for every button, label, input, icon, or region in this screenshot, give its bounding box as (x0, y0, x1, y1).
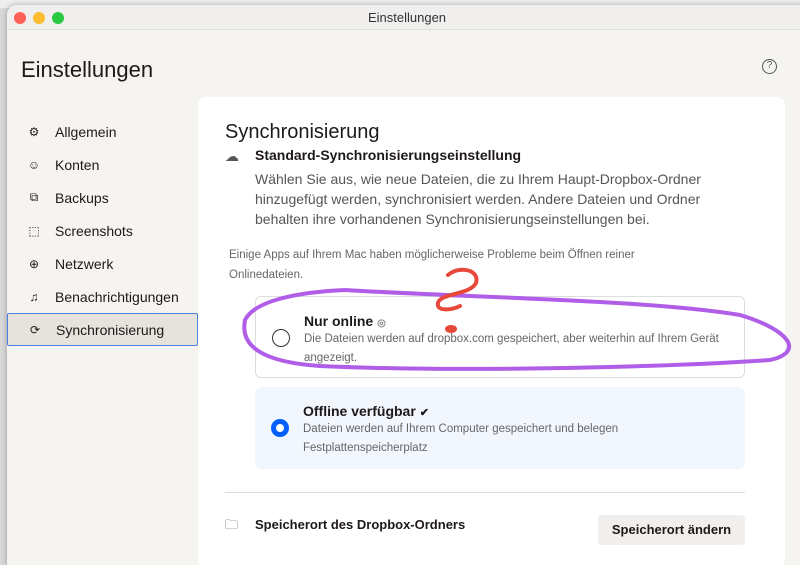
page-title: Einstellungen (21, 57, 154, 82)
window-title: Einstellungen (367, 10, 447, 25)
sidebar-item-label: Konten (55, 156, 100, 173)
radio-online-only[interactable] (272, 329, 290, 347)
sidebar-item-netzwerk[interactable]: ⊕ Netzwerk (7, 247, 198, 280)
option-description: Die Dateien werden auf dropbox.com gespe… (304, 333, 719, 364)
sidebar-item-label: Allgemein (55, 123, 117, 140)
option-title: Offline verfügbar ✔ (303, 403, 429, 419)
change-location-button[interactable]: Speicherort ändern (598, 515, 745, 545)
right-margin (785, 97, 800, 565)
location-label: Speicherort des Dropbox-Ordners (255, 517, 466, 532)
sidebar-item-label: Screenshots (55, 222, 133, 239)
bell-icon: ♫ (29, 289, 39, 304)
title-bar: Einstellungen (7, 5, 800, 30)
note: Einige Apps auf Ihrem Mac haben mögliche… (229, 249, 635, 281)
sidebar-item-label: Benachrichtigungen (55, 288, 179, 305)
option-title: Nur online ◎ (304, 313, 386, 329)
sidebar-item-label: Netzwerk (55, 255, 114, 272)
radio-offline-available[interactable] (271, 419, 289, 437)
settings-window: Einstellungen Einstellungen ? ⚙ Allgemein… (7, 5, 800, 565)
option-online-only[interactable]: Nur online ◎ Die Dateien werden auf drop… (255, 296, 745, 378)
content-panel: Synchronisierung ☁ Standard-Synchronisie… (198, 97, 785, 565)
screenshot-icon: ⬚ (28, 223, 40, 238)
option-offline-available[interactable]: Offline verfügbar ✔ Dateien werden auf I… (255, 387, 745, 469)
sidebar-item-synchronisierung[interactable]: ⟳ Synchronisierung (7, 313, 198, 346)
subtitle: Standard-Synchronisierungseinstellung (255, 147, 522, 163)
description: Wählen Sie aus, wie neue Dateien, die zu… (255, 171, 701, 227)
check-circle-icon: ✔ (419, 407, 429, 419)
user-icon: ☺ (27, 157, 41, 172)
divider (225, 492, 745, 493)
sidebar-item-label: Backups (55, 189, 109, 206)
sync-icon: ⟳ (29, 322, 41, 337)
sidebar-item-backups[interactable]: ⧉ Backups (7, 181, 198, 214)
sidebar-item-screenshots[interactable]: ⬚ Screenshots (7, 214, 198, 247)
close-button[interactable] (14, 12, 26, 24)
option-description: Dateien werden auf Ihrem Computer gespei… (303, 423, 619, 454)
help-icon[interactable]: ? (762, 59, 777, 74)
gear-icon: ⚙ (28, 124, 40, 139)
sidebar-item-konten[interactable]: ☺ Konten (7, 148, 198, 181)
minimize-button[interactable] (33, 12, 45, 24)
section-title: Synchronisierung (225, 121, 380, 143)
zoom-button[interactable] (52, 12, 64, 24)
sidebar-item-allgemein[interactable]: ⚙ Allgemein (7, 115, 198, 148)
sidebar-item-label: Synchronisierung (56, 321, 165, 338)
backup-icon: ⧉ (29, 190, 39, 204)
sidebar: ⚙ Allgemein ☺ Konten ⧉ Backups ⬚ Screenshots ⊕ Ne… (7, 115, 198, 346)
cloud-icon: ☁ (225, 148, 239, 164)
cloud-status-icon: ◎ (377, 318, 386, 329)
folder-icon: 🗀 (225, 517, 239, 532)
globe-icon: ⊕ (28, 256, 40, 271)
sidebar-item-benachrichtigungen[interactable]: ♫ Benachrichtigungen (7, 280, 198, 313)
